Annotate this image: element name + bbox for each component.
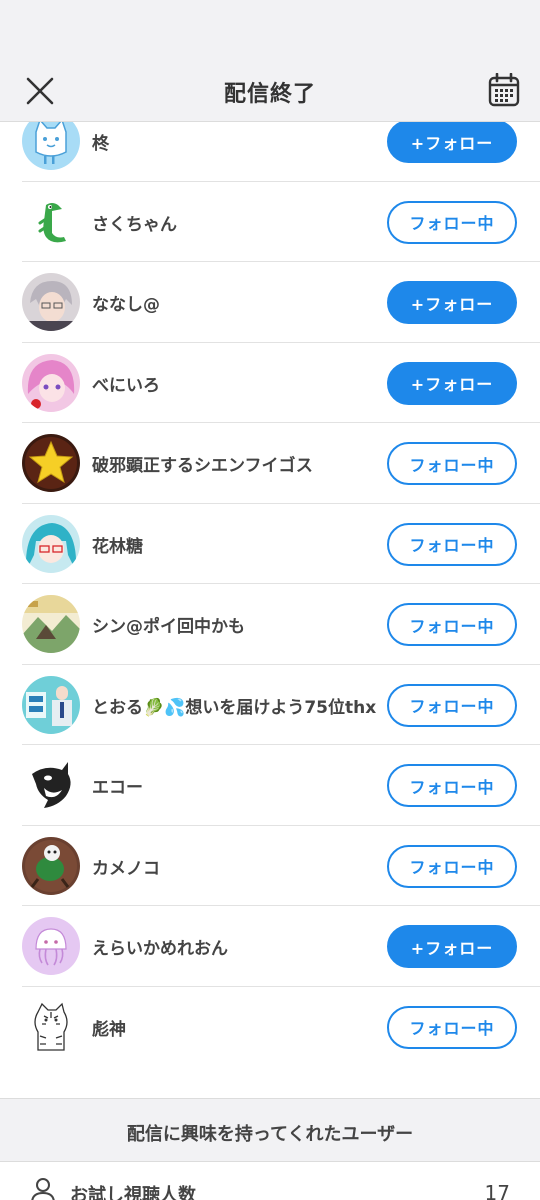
calendar-button[interactable] — [486, 72, 522, 108]
user-name[interactable]: 柊 — [92, 129, 109, 154]
green-crocodile-avatar-icon — [22, 192, 80, 251]
teal-hair-anime-avatar-icon — [22, 514, 80, 573]
follow-button[interactable]: +フォロー — [387, 361, 517, 405]
user-name[interactable]: シン@ポイ回中かも — [92, 612, 245, 637]
list-item: えらいかめれおん +フォロー — [0, 906, 540, 987]
follow-button[interactable]: +フォロー — [387, 120, 517, 163]
tiger-sketch-avatar-icon — [22, 997, 80, 1056]
user-name[interactable]: えらいかめれおん — [92, 934, 228, 959]
following-button[interactable]: フォロー中 — [387, 844, 517, 888]
following-button[interactable]: フォロー中 — [387, 200, 517, 244]
avatar[interactable] — [22, 756, 80, 814]
list-item: 破邪顕正するシエンフイゴス フォロー中 — [0, 423, 540, 504]
list-item: シン@ポイ回中かも フォロー中 — [0, 584, 540, 665]
avatar[interactable] — [22, 192, 80, 251]
list-item: とおる🥬💦想いを届けよう75位thx フォロー中 — [0, 665, 540, 745]
chokei-logo-avatar-icon — [22, 675, 80, 734]
list-item: べにいろ +フォロー — [0, 343, 540, 423]
following-button[interactable]: フォロー中 — [387, 522, 517, 566]
user-name[interactable]: カメノコ — [92, 854, 160, 879]
status-bar-area — [0, 0, 540, 60]
trial-viewers-label: お試し視聴人数 — [70, 1185, 196, 1200]
avatar[interactable] — [22, 514, 80, 573]
list-item: 花林糖 フォロー中 — [0, 504, 540, 584]
section-title: 配信に興味を持ってくれたユーザー — [126, 1124, 414, 1145]
following-button[interactable]: フォロー中 — [387, 442, 517, 485]
following-button[interactable]: フォロー中 — [387, 603, 517, 646]
landscape-illustration-avatar-icon — [22, 595, 80, 653]
user-name[interactable]: エコー — [92, 773, 143, 798]
avatar[interactable] — [22, 836, 80, 895]
trial-viewers-value: 17 — [484, 1181, 510, 1200]
avatar[interactable] — [22, 273, 80, 331]
user-name[interactable]: さくちゃん — [92, 210, 177, 235]
person-icon — [31, 1178, 55, 1200]
following-button[interactable]: フォロー中 — [387, 683, 517, 727]
avatar[interactable] — [22, 353, 80, 412]
list-item: エコー フォロー中 — [0, 745, 540, 826]
avatar[interactable] — [22, 997, 80, 1056]
user-name[interactable]: とおる🥬💦想いを届けよう75位thx — [92, 693, 376, 718]
list-item: さくちゃん フォロー中 — [0, 182, 540, 262]
section-header: 配信に興味を持ってくれたユーザー — [0, 1098, 540, 1162]
follow-button[interactable]: +フォロー — [387, 925, 517, 968]
avatar[interactable] — [22, 917, 80, 975]
user-name[interactable]: 彪神 — [92, 1015, 126, 1040]
list-item: ななし@ +フォロー — [0, 262, 540, 343]
user-name[interactable]: べにいろ — [92, 371, 160, 396]
following-button[interactable]: フォロー中 — [387, 764, 517, 807]
user-list: 柊 +フォロー さくちゃん フォロー中 ななし@ +フォロー べにいろ +フォロ… — [0, 101, 540, 1067]
turtle-character-avatar-icon — [22, 836, 80, 895]
user-name[interactable]: 破邪顕正するシエンフイゴス — [92, 451, 313, 476]
trial-viewers-row: お試し視聴人数 17 — [0, 1163, 540, 1200]
avatar[interactable] — [22, 595, 80, 653]
list-item: カメノコ フォロー中 — [0, 826, 540, 906]
following-button[interactable]: フォロー中 — [387, 1005, 517, 1049]
pink-hair-anime-avatar-icon — [22, 353, 80, 412]
gray-hair-anime-avatar-icon — [22, 273, 80, 331]
user-name[interactable]: 花林糖 — [92, 532, 143, 557]
avatar[interactable] — [22, 675, 80, 734]
list-item: 彪神 フォロー中 — [0, 987, 540, 1068]
orca-avatar-icon — [22, 756, 80, 814]
app-header: 配信終了 — [0, 60, 540, 122]
avatar[interactable] — [22, 434, 80, 492]
pink-jellyfish-avatar-icon — [22, 917, 80, 975]
calendar-icon — [488, 73, 520, 107]
follow-button[interactable]: +フォロー — [387, 281, 517, 324]
yellow-star-avatar-icon — [22, 434, 80, 492]
page-title: 配信終了 — [223, 82, 316, 107]
user-name[interactable]: ななし@ — [92, 290, 160, 315]
